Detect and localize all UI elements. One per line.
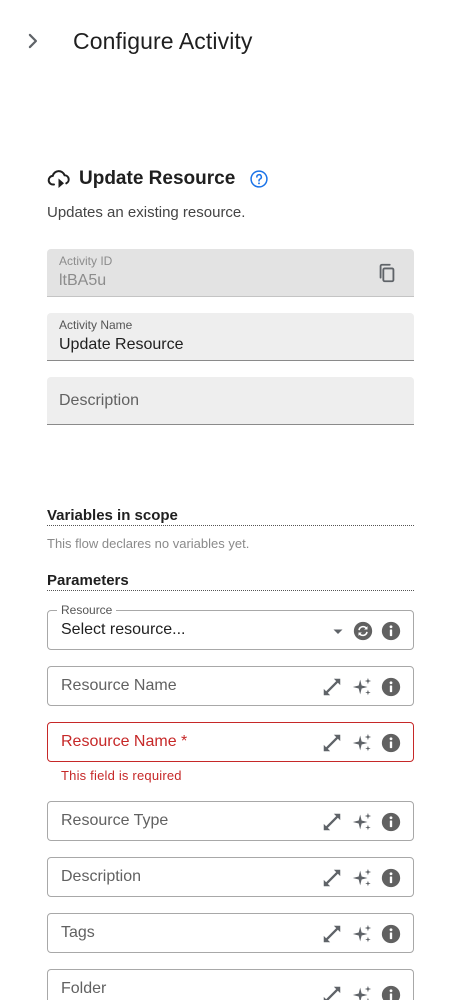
dropdown-arrow-icon[interactable] xyxy=(331,621,345,641)
chevron-right-icon[interactable] xyxy=(22,30,44,52)
resource-type-placeholder: Resource Type xyxy=(61,812,169,829)
resource-type-input[interactable]: Resource Type xyxy=(47,801,414,841)
resource-name-required-placeholder: Resource Name * xyxy=(61,733,188,750)
expand-icon[interactable] xyxy=(321,676,343,698)
info-icon[interactable] xyxy=(381,924,401,944)
activity-name-value[interactable]: Update Resource xyxy=(59,336,184,354)
resource-name-required-input[interactable]: Resource Name * xyxy=(47,722,414,762)
tags-placeholder: Tags xyxy=(61,924,95,941)
info-icon[interactable] xyxy=(381,677,401,697)
activity-description: Updates an existing resource. xyxy=(47,204,246,221)
info-icon[interactable] xyxy=(381,621,401,641)
info-icon[interactable] xyxy=(381,733,401,753)
sparkle-icon[interactable] xyxy=(351,811,373,833)
activity-id-label: Activity ID xyxy=(59,254,113,268)
sparkle-icon[interactable] xyxy=(351,923,373,945)
cloud-sync-icon xyxy=(47,170,70,188)
resource-select[interactable]: Resource Select resource... xyxy=(47,603,414,650)
sparkle-icon[interactable] xyxy=(351,867,373,889)
expand-icon[interactable] xyxy=(321,867,343,889)
activity-name-label: Activity Name xyxy=(59,318,133,332)
param-description-input[interactable]: Description xyxy=(47,857,414,897)
variables-section-title: Variables in scope xyxy=(47,507,414,526)
activity-id-field: Activity ID ltBA5u xyxy=(47,249,414,297)
panel-header: Configure Activity xyxy=(0,0,470,84)
activity-name-field[interactable]: Activity Name Update Resource xyxy=(47,313,414,361)
activity-id-value: ltBA5u xyxy=(59,272,107,289)
param-description-placeholder: Description xyxy=(61,868,142,885)
info-icon[interactable] xyxy=(381,812,401,832)
description-placeholder: Description xyxy=(59,392,140,409)
info-icon[interactable] xyxy=(381,868,401,888)
description-field[interactable]: Description xyxy=(47,377,414,425)
sparkle-icon[interactable] xyxy=(351,984,373,1000)
expand-icon[interactable] xyxy=(321,811,343,833)
page-title: Configure Activity xyxy=(73,28,253,54)
expand-icon[interactable] xyxy=(321,732,343,754)
resource-name-input[interactable]: Resource Name xyxy=(47,666,414,706)
folder-placeholder: Folder xyxy=(61,980,107,997)
info-icon[interactable] xyxy=(381,985,401,1000)
sparkle-icon[interactable] xyxy=(351,676,373,698)
activity-heading: Update Resource xyxy=(47,166,269,192)
help-circle-icon[interactable] xyxy=(249,169,269,189)
activity-title: Update Resource xyxy=(79,168,236,189)
expand-icon[interactable] xyxy=(321,984,343,1000)
folder-input[interactable]: Folder xyxy=(47,969,414,1000)
refresh-icon[interactable] xyxy=(353,621,373,641)
parameters-section-title: Parameters xyxy=(47,572,414,591)
sparkle-icon[interactable] xyxy=(351,732,373,754)
resource-label: Resource xyxy=(57,603,117,617)
resource-value[interactable]: Select resource... xyxy=(61,621,186,639)
error-message: This field is required xyxy=(61,768,182,783)
expand-icon[interactable] xyxy=(321,923,343,945)
variables-note: This flow declares no variables yet. xyxy=(47,536,250,551)
resource-name-placeholder: Resource Name xyxy=(61,677,177,694)
copy-icon[interactable] xyxy=(376,262,398,284)
tags-input[interactable]: Tags xyxy=(47,913,414,953)
